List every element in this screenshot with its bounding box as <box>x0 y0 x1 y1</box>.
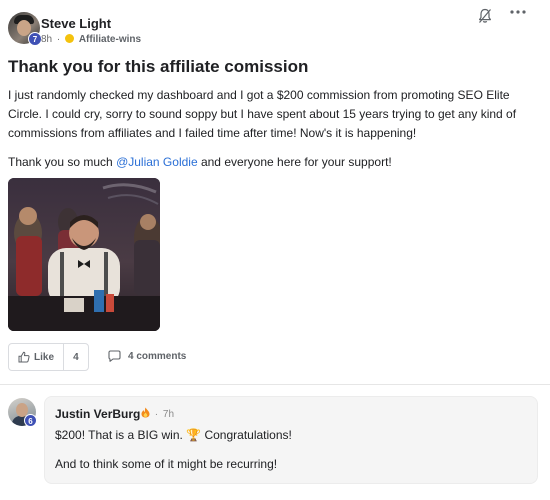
text-span: and everyone here for your support! <box>197 155 392 169</box>
divider <box>0 384 550 385</box>
like-label: Like <box>34 351 55 363</box>
post-time: 8h <box>41 34 53 45</box>
like-control: Like 4 <box>8 343 89 371</box>
comment-icon <box>108 350 121 362</box>
comments-button[interactable]: 4 comments <box>108 350 186 362</box>
post-image[interactable] <box>8 178 160 331</box>
celebration-gif-image <box>8 178 160 331</box>
author-level-badge: 7 <box>28 32 42 46</box>
post-paragraph: Thank you so much @Julian Goldie and eve… <box>8 153 540 172</box>
meta-separator: · <box>154 409 159 420</box>
commenter-level-badge: 6 <box>24 414 37 427</box>
user-mention-link[interactable]: @Julian Goldie <box>116 155 198 169</box>
post-paragraph: I just randomly checked my dashboard and… <box>8 88 517 140</box>
post-body: I just randomly checked my dashboard and… <box>8 86 540 182</box>
comment-meta: · 7h <box>141 407 174 420</box>
like-count[interactable]: 4 <box>64 352 88 363</box>
like-button[interactable]: Like <box>9 344 64 370</box>
comment-time: 7h <box>162 409 175 420</box>
meta-separator: · <box>56 34 61 45</box>
commenter-name[interactable]: Justin VerBurg <box>55 407 140 421</box>
post-header: 7 Steve Light 8h · Affiliate-wins <box>8 12 542 48</box>
bell-icon[interactable] <box>478 8 492 24</box>
comment-text: $200! That is a BIG win. 🏆 Congratulatio… <box>55 428 292 442</box>
more-icon[interactable] <box>508 4 528 20</box>
comment-text: And to think some of it might be recurri… <box>55 457 278 471</box>
author-name[interactable]: Steve Light <box>41 16 111 31</box>
fire-icon <box>141 407 150 418</box>
text-span: Thank you so much <box>8 155 117 169</box>
emoji-icon <box>65 34 75 43</box>
comments-count-label: 4 comments <box>128 350 187 362</box>
post-category[interactable]: Affiliate-wins <box>79 34 141 45</box>
post-meta: 8h · Affiliate-wins <box>41 34 141 45</box>
thumbs-up-icon <box>18 351 30 363</box>
post-title: Thank you for this affiliate comission <box>8 57 309 76</box>
comment-card: Justin VerBurg · 7h $200! That is a BIG … <box>44 396 538 484</box>
